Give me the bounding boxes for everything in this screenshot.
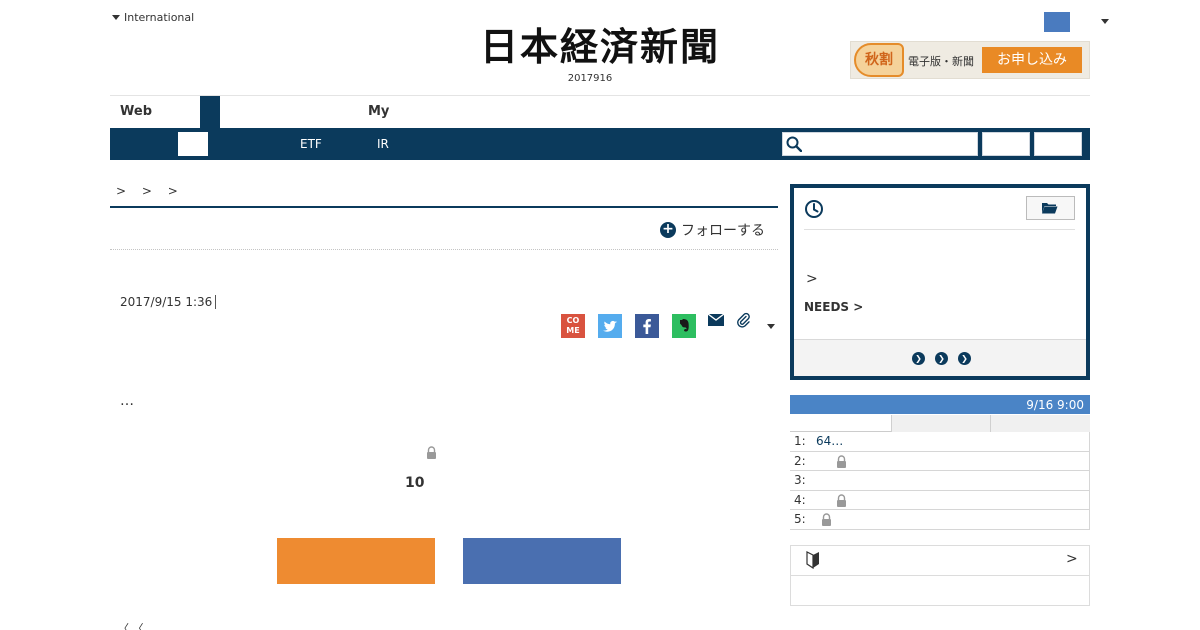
folder-icon: [1042, 203, 1058, 214]
ranking-title[interactable]: 64…: [816, 434, 843, 448]
international-label: International: [124, 11, 195, 24]
lock-icon: [822, 513, 831, 526]
article-footer-text: 〈 〈: [118, 622, 144, 630]
ranking-item[interactable]: 2:: [790, 452, 1090, 471]
ranking-time: 9/16 9:00: [1026, 398, 1084, 412]
ranking-number: 1:: [794, 434, 806, 448]
twitter-icon[interactable]: [598, 314, 622, 338]
lock-icon: [837, 454, 846, 468]
paperclip-icon[interactable]: [735, 312, 751, 328]
ranking-border: [1089, 432, 1090, 530]
promo-text: 電子版・新聞: [908, 55, 974, 68]
needs-link[interactable]: NEEDS >: [804, 300, 863, 314]
ranking-item[interactable]: 4:: [790, 491, 1090, 510]
secondary-nav-ir[interactable]: IR: [377, 137, 389, 151]
lock-icon: [837, 493, 846, 507]
search-option-button[interactable]: [982, 132, 1030, 156]
edition-date: 2017916: [567, 73, 613, 84]
follow-label: フォローする: [681, 223, 765, 239]
evernote-icon[interactable]: [672, 314, 696, 338]
timestamp-separator: [215, 295, 216, 309]
follow-button[interactable]: + フォローする: [660, 220, 765, 240]
login-button[interactable]: [463, 538, 621, 584]
ranking-number: 5:: [794, 512, 806, 526]
caret-down-icon: [112, 15, 120, 20]
beginner-guide-link[interactable]: >: [1066, 551, 1078, 567]
come-icon[interactable]: CO ME: [561, 314, 585, 338]
ranking-number: 2:: [794, 453, 806, 468]
ranking-tab-3[interactable]: [990, 415, 1090, 432]
mail-icon[interactable]: [707, 312, 725, 328]
clock-icon: [805, 200, 823, 218]
international-link[interactable]: International: [112, 11, 194, 24]
ranking-number: 3:: [794, 473, 806, 487]
history-nav-button-2[interactable]: ❯: [935, 352, 948, 365]
search-icon: [786, 136, 802, 152]
history-nav-button-3[interactable]: ❯: [958, 352, 971, 365]
search-input[interactable]: [782, 132, 978, 156]
history-nav-button-1[interactable]: ❯: [912, 352, 925, 365]
article-count: 10: [405, 475, 425, 491]
ranking-item[interactable]: 5:: [790, 510, 1090, 530]
facebook-icon[interactable]: [635, 314, 659, 338]
beginner-leaf-icon: [806, 551, 819, 569]
breadcrumb[interactable]: > > >: [116, 184, 178, 198]
ranking-list: 1: 64… 2: 3: 4: 5:: [790, 432, 1090, 530]
beginner-divider: [790, 575, 1090, 576]
primary-nav: [110, 96, 1090, 128]
caret-down-icon[interactable]: [1101, 19, 1109, 24]
history-more-link[interactable]: >: [806, 271, 818, 287]
nav-tab-web[interactable]: Web: [120, 104, 152, 119]
history-divider: [804, 229, 1075, 230]
article-timestamp: 2017/9/15 1:36: [120, 295, 213, 309]
site-logo[interactable]: 日本経済新聞: [455, 24, 745, 70]
dotted-divider: [110, 249, 778, 250]
nav-tab-active[interactable]: [200, 96, 220, 128]
lock-icon: [427, 446, 436, 459]
register-button[interactable]: [277, 538, 435, 584]
breadcrumb-divider: [110, 206, 778, 208]
plus-icon: +: [660, 222, 676, 238]
nav-tab-my[interactable]: My: [368, 104, 389, 119]
secondary-nav-active-item[interactable]: [178, 132, 208, 156]
ranking-number: 4:: [794, 492, 806, 507]
user-menu-button[interactable]: [1044, 12, 1070, 32]
ranking-item[interactable]: 1: 64…: [790, 432, 1090, 452]
ranking-tab-2[interactable]: [891, 415, 990, 432]
promo-badge: 秋割: [854, 43, 904, 77]
share-more-caret-icon[interactable]: [767, 324, 775, 329]
ranking-item[interactable]: 3:: [790, 471, 1090, 491]
search-submit-button[interactable]: [1034, 132, 1082, 156]
article-teaser: …: [120, 393, 134, 409]
subscribe-button[interactable]: お申し込み: [982, 47, 1082, 73]
secondary-nav-etf[interactable]: ETF: [300, 137, 322, 151]
